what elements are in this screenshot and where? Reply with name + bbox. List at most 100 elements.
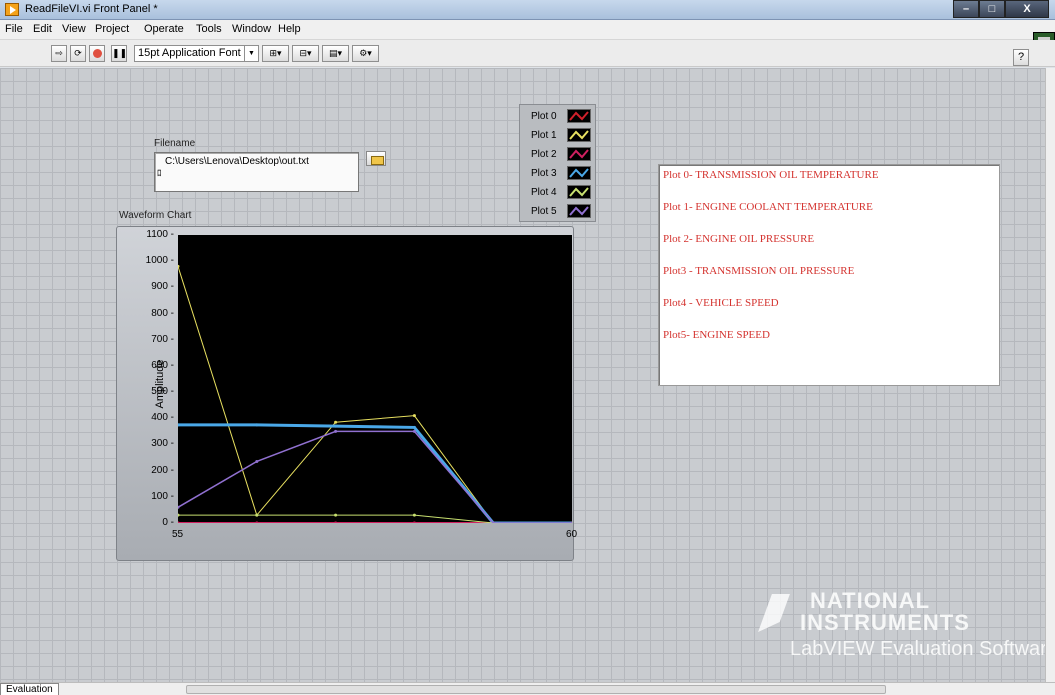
ni-watermark: NATIONAL INSTRUMENTS LabVIEW Evaluation …: [758, 588, 1055, 674]
pause-icon[interactable]: ❚❚: [111, 45, 127, 62]
path-prefix: ﾛ: [157, 168, 162, 178]
data-point: [334, 429, 338, 433]
data-point: [412, 425, 416, 429]
data-point: [334, 424, 338, 428]
note-line: Plot 2- ENGINE OIL PRESSURE: [663, 233, 815, 245]
menu-view[interactable]: View: [62, 23, 86, 35]
watermark-line3: LabVIEW Evaluation Software: [790, 638, 1055, 660]
y-tick-label: 100 -: [151, 490, 174, 502]
distribute-objects-icon[interactable]: ⊟▾: [292, 45, 319, 62]
run-arrow-icon[interactable]: ⇨: [51, 45, 67, 62]
y-tick-label: 1000 -: [145, 255, 174, 267]
chevron-down-icon: ▼: [244, 46, 258, 61]
waveform-plot: [176, 264, 574, 525]
bottom-bar: Evaluation: [0, 682, 1055, 695]
filename-path-control[interactable]: ﾛ C:\Users\Lenova\Desktop\out.txt: [154, 152, 359, 192]
minimize-button[interactable]: –: [953, 0, 979, 18]
font-select-label: 15pt Application Font: [138, 47, 241, 59]
data-point: [176, 521, 180, 525]
data-point: [412, 429, 416, 433]
title-bar: ReadFileVI.vi Front Panel * – □ X: [0, 0, 1055, 20]
help-icon[interactable]: ?: [1013, 49, 1029, 66]
data-point: [334, 420, 338, 424]
y-tick-label: 0 -: [162, 517, 174, 528]
filename-label: Filename: [154, 138, 196, 149]
chart-title: Waveform Chart: [119, 210, 192, 221]
legend-item[interactable]: Plot 2: [520, 145, 597, 164]
data-point: [334, 521, 338, 525]
legend-label: Plot 4: [531, 187, 557, 198]
browse-folder-icon[interactable]: [366, 151, 386, 166]
legend-swatch[interactable]: [567, 185, 591, 199]
legend-label: Plot 5: [531, 206, 557, 217]
data-point: [255, 521, 259, 525]
window-controls: – □ X: [953, 0, 1049, 18]
close-button[interactable]: X: [1005, 0, 1049, 18]
menu-tools[interactable]: Tools: [196, 23, 222, 35]
legend-swatch[interactable]: [567, 128, 591, 142]
data-point: [255, 513, 259, 517]
plot-legend: Plot 0 Plot 1 Plot 2 Plot 3 Plot 4 Plot …: [519, 104, 596, 222]
legend-swatch[interactable]: [567, 109, 591, 123]
align-objects-icon[interactable]: ⊞▾: [262, 45, 289, 62]
x-tick-label: 55: [172, 529, 184, 540]
legend-item[interactable]: Plot 0: [520, 107, 597, 126]
note-line: Plot4 - VEHICLE SPEED: [663, 297, 779, 309]
labview-app-icon: [5, 3, 19, 16]
data-point: [334, 513, 338, 517]
menu-project[interactable]: Project: [95, 23, 129, 35]
maximize-button[interactable]: □: [979, 0, 1005, 18]
legend-label: Plot 3: [531, 168, 557, 179]
note-line: Plot3 - TRANSMISSION OIL PRESSURE: [663, 265, 855, 277]
resize-objects-icon[interactable]: ▤▾: [322, 45, 349, 62]
reorder-icon[interactable]: ⚙▾: [352, 45, 379, 62]
x-tick-label: 60: [566, 529, 578, 540]
series-line-5: [177, 430, 572, 524]
y-tick-label: 800 -: [151, 307, 174, 319]
y-tick-label: 200 -: [151, 464, 174, 476]
legend-item[interactable]: Plot 3: [520, 164, 597, 183]
evaluation-tab[interactable]: Evaluation: [0, 683, 59, 695]
legend-swatch[interactable]: [567, 204, 591, 218]
y-tick-label: 700 -: [151, 333, 174, 345]
menu-bar: File Edit View Project Operate Tools Win…: [0, 20, 1055, 40]
y-tick-label: 1100 -: [146, 229, 174, 240]
horizontal-scrollbar[interactable]: [186, 685, 886, 694]
note-line: Plot5- ENGINE SPEED: [663, 329, 770, 341]
abort-icon[interactable]: [89, 45, 105, 62]
legend-label: Plot 2: [531, 149, 557, 160]
menu-operate[interactable]: Operate: [144, 23, 184, 35]
legend-item[interactable]: Plot 5: [520, 202, 597, 221]
menu-edit[interactable]: Edit: [33, 23, 52, 35]
series-line-1: [177, 266, 572, 524]
font-select[interactable]: 15pt Application Font ▼: [134, 45, 259, 62]
data-point: [412, 513, 416, 517]
y-tick-label: 900 -: [151, 281, 174, 293]
plot-area[interactable]: [176, 235, 574, 525]
legend-label: Plot 1: [531, 130, 557, 141]
legend-swatch[interactable]: [567, 147, 591, 161]
filename-value[interactable]: C:\Users\Lenova\Desktop\out.txt: [165, 156, 309, 167]
note-line: Plot 1- ENGINE COOLANT TEMPERATURE: [663, 201, 873, 213]
vertical-scrollbar[interactable]: [1045, 68, 1055, 682]
legend-item[interactable]: Plot 4: [520, 183, 597, 202]
menu-help[interactable]: Help: [278, 23, 301, 35]
toolbar: ⇨ ⟳ ❚❚ 15pt Application Font ▼ ⊞▾ ⊟▾ ▤▾ ⚙…: [0, 40, 1055, 67]
y-axis-label: Amplitude: [154, 359, 166, 409]
data-point: [176, 264, 180, 268]
menu-file[interactable]: File: [5, 23, 23, 35]
window-title: ReadFileVI.vi Front Panel *: [25, 3, 158, 15]
menu-window[interactable]: Window: [232, 23, 271, 35]
data-point: [412, 414, 416, 418]
plot-notes-box: Plot 0- TRANSMISSION OIL TEMPERATURE Plo…: [658, 164, 1000, 386]
data-point: [255, 423, 259, 427]
run-continuously-icon[interactable]: ⟳: [70, 45, 86, 62]
data-point: [255, 459, 259, 463]
note-line: Plot 0- TRANSMISSION OIL TEMPERATURE: [663, 169, 879, 181]
legend-swatch[interactable]: [567, 166, 591, 180]
data-point: [412, 521, 416, 525]
data-point: [176, 513, 180, 517]
legend-item[interactable]: Plot 1: [520, 126, 597, 145]
y-tick-label: 300 -: [151, 438, 174, 450]
legend-label: Plot 0: [531, 111, 557, 122]
